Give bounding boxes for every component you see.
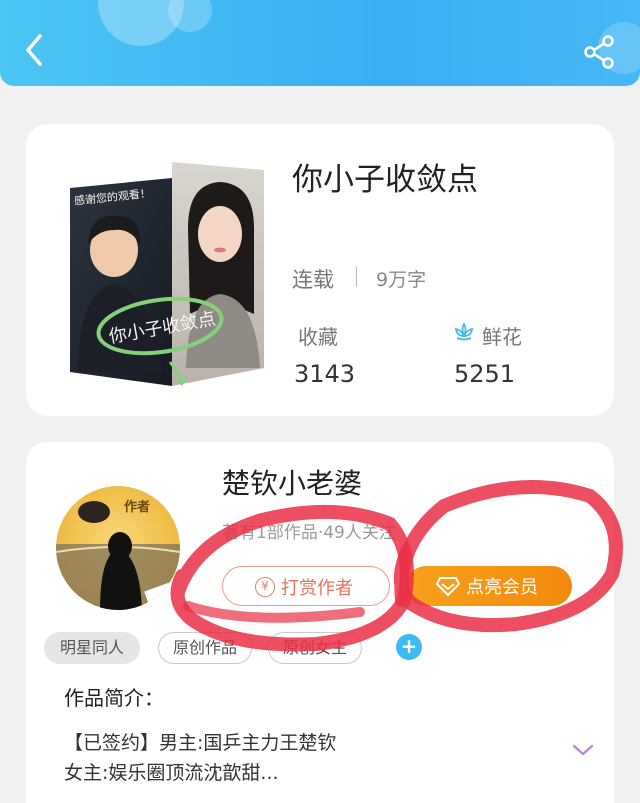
author-meta: 著有1部作品·49人关注 bbox=[222, 523, 396, 543]
yen-icon: ¥ bbox=[255, 577, 275, 597]
top-bar bbox=[0, 0, 640, 86]
author-name[interactable]: 楚钦小老婆 bbox=[222, 462, 362, 502]
favorites-count: 3143 bbox=[294, 360, 356, 388]
chevron-left-icon bbox=[26, 34, 42, 66]
avatar-image bbox=[56, 501, 180, 610]
share-button[interactable] bbox=[580, 34, 618, 70]
book-title: 你小子收敛点 bbox=[292, 162, 478, 198]
chevron-down-icon bbox=[572, 744, 594, 756]
expand-intro-button[interactable] bbox=[570, 740, 596, 760]
book-info-card: 你小子收敛点 感谢您的观看！ 你小子收敛点 连载 9万字 收藏 鲜花 3143 … bbox=[26, 124, 614, 416]
intro-text-line: 女主:娱乐圈顶流沈歆甜... bbox=[64, 762, 279, 784]
tag-item[interactable]: 明星同人 bbox=[44, 632, 140, 664]
author-avatar[interactable] bbox=[56, 486, 180, 610]
flowers-count: 5251 bbox=[454, 360, 516, 388]
author-badge: 作者 bbox=[124, 500, 151, 515]
diamond-icon bbox=[436, 577, 460, 596]
share-icon bbox=[584, 35, 614, 69]
tag-item[interactable]: 原创作品 bbox=[158, 632, 252, 664]
favorites-label: 收藏 bbox=[298, 325, 338, 349]
word-count: 9万字 bbox=[376, 269, 427, 291]
tip-author-button[interactable]: ¥ 打赏作者 bbox=[222, 566, 390, 606]
cover-image: 你小子收敛点 感谢您的观看！ bbox=[70, 162, 264, 386]
tip-author-label: 打赏作者 bbox=[281, 578, 353, 599]
book-status: 连载 bbox=[292, 268, 334, 292]
back-button[interactable] bbox=[18, 30, 54, 70]
vip-label: 点亮会员 bbox=[466, 577, 538, 598]
vip-button[interactable]: 点亮会员 bbox=[406, 566, 572, 606]
intro-title: 作品简介： bbox=[64, 686, 164, 710]
author-card: 作者 楚钦小老婆 著有1部作品·49人关注 ¥ 打赏作者 点亮会员 明星同人 原… bbox=[26, 442, 614, 803]
flowers-label: 鲜花 bbox=[482, 325, 522, 349]
book-cover[interactable]: 你小子收敛点 感谢您的观看！ bbox=[70, 158, 264, 386]
add-tag-button[interactable]: + bbox=[396, 634, 422, 660]
tag-item[interactable]: 原创女主 bbox=[268, 632, 362, 664]
divider bbox=[356, 267, 357, 287]
lotus-icon bbox=[454, 322, 474, 341]
intro-text-line: 【已签约】男主:国乒主力王楚钦 bbox=[64, 732, 337, 754]
